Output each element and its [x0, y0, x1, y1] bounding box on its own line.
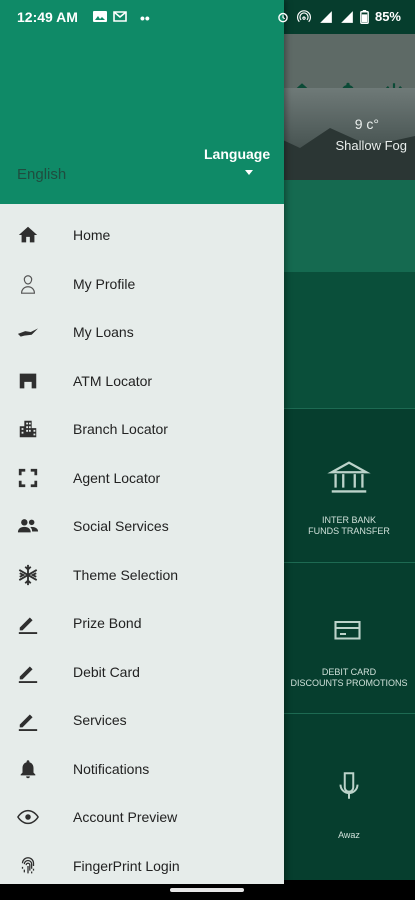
menu-item-my-profile[interactable]: My Profile — [0, 260, 284, 309]
atm-icon — [16, 369, 40, 393]
menu-item-label: My Loans — [73, 324, 134, 341]
fingerprint-icon — [16, 854, 40, 878]
menu-item-my-loans[interactable]: My Loans — [0, 308, 284, 357]
tile-awaz[interactable]: Awaz — [283, 713, 415, 881]
menu-item-theme-selection[interactable]: Theme Selection — [0, 551, 284, 600]
snowflake-icon — [16, 563, 40, 587]
menu-item-label: Social Services — [73, 518, 169, 535]
tile-label-line2: DISCOUNTS PROMOTIONS — [290, 678, 408, 688]
menu-item-label: My Profile — [73, 275, 136, 292]
menu-item-label: FingerPrint Login — [73, 857, 180, 874]
battery-percentage: 85% — [374, 9, 401, 24]
menu-item-prize-bond[interactable]: Prize Bond — [0, 599, 284, 648]
navigation-drawer: Language English Home My Profile My Loan… — [0, 0, 284, 884]
battery-icon — [360, 9, 369, 24]
menu-item-home[interactable]: Home — [0, 211, 284, 260]
tile-interbank-transfer[interactable]: INTER BANK FUNDS TRANSFER — [283, 408, 415, 562]
mail-icon — [113, 11, 127, 22]
menu-item-account-preview[interactable]: Account Preview — [0, 793, 284, 842]
home-icon — [16, 223, 40, 247]
tile-label-line1: INTER BANK — [321, 515, 376, 525]
alarm-icon — [278, 12, 288, 22]
menu-item-label: Account Preview — [73, 809, 178, 826]
menu-item-label: Home — [73, 227, 111, 244]
menu-item-label: Prize Bond — [73, 615, 142, 632]
signal-4g-icon — [320, 10, 332, 23]
tile-label-line2: FUNDS TRANSFER — [308, 526, 390, 536]
card-icon — [334, 620, 361, 640]
tile-label-line1: DEBIT CARD — [321, 667, 377, 677]
menu-item-label: Debit Card — [73, 663, 140, 680]
bell-icon — [16, 757, 40, 781]
language-title: Language — [204, 146, 271, 162]
signal-icon — [341, 10, 353, 23]
loan-icon — [16, 320, 40, 344]
agent-icon — [16, 466, 40, 490]
language-selector[interactable]: English — [17, 166, 66, 183]
menu-item-label: Branch Locator — [73, 421, 168, 438]
weather-temperature: 9 c° — [354, 116, 379, 132]
photo-icon — [93, 11, 107, 22]
menu-item-branch-locator[interactable]: Branch Locator — [0, 405, 284, 454]
hotspot-icon — [297, 9, 311, 22]
tile-label: Awaz — [338, 830, 360, 840]
status-bar: 12:49 AM •• 85% — [0, 0, 415, 34]
eye-icon — [16, 805, 40, 829]
menu-item-label: Theme Selection — [73, 566, 179, 583]
language-dropdown-caret[interactable] — [245, 170, 253, 175]
menu-item-agent-locator[interactable]: Agent Locator — [0, 454, 284, 503]
status-time: 12:49 AM — [17, 9, 78, 25]
menu-item-label: ATM Locator — [73, 372, 153, 389]
pencil-icon — [16, 611, 40, 635]
menu-item-notifications[interactable]: Notifications — [0, 745, 284, 794]
bank-icon — [327, 461, 371, 493]
more-notifications-icon: •• — [140, 10, 150, 26]
menu-item-debit-card[interactable]: Debit Card — [0, 648, 284, 697]
pencil-icon — [16, 660, 40, 684]
weather-condition: Shallow Fog — [335, 138, 407, 153]
pencil-icon — [16, 708, 40, 732]
menu-item-label: Services — [73, 712, 127, 729]
branch-icon — [16, 417, 40, 441]
menu-item-social-services[interactable]: Social Services — [0, 502, 284, 551]
menu-item-label: Notifications — [73, 760, 150, 777]
menu-item-fingerprint-login[interactable]: FingerPrint Login — [0, 842, 284, 891]
people-icon — [16, 514, 40, 538]
profile-icon — [16, 272, 40, 296]
drawer-menu: Home My Profile My Loans ATM Locator Bra… — [0, 211, 284, 890]
microphone-icon — [339, 772, 359, 799]
tile-debit-card-promotions[interactable]: DEBIT CARD DISCOUNTS PROMOTIONS — [283, 562, 415, 713]
menu-item-label: Agent Locator — [73, 469, 161, 486]
menu-item-atm-locator[interactable]: ATM Locator — [0, 357, 284, 406]
menu-item-services[interactable]: Services — [0, 696, 284, 745]
